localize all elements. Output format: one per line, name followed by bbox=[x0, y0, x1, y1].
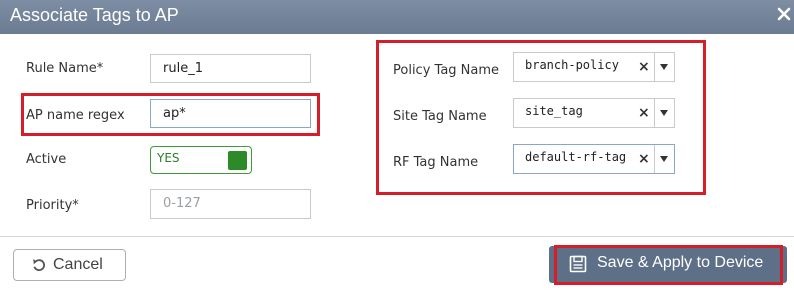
active-label: Active bbox=[26, 152, 67, 167]
cancel-button[interactable]: Cancel bbox=[13, 249, 126, 281]
active-toggle[interactable]: YES bbox=[150, 146, 252, 174]
priority-input[interactable]: 0-127 bbox=[150, 189, 311, 219]
highlight-ap-regex bbox=[21, 93, 320, 136]
chevron-down-icon[interactable] bbox=[660, 64, 668, 70]
priority-label: Priority* bbox=[26, 198, 79, 213]
site-tag-value: site_tag bbox=[525, 104, 583, 118]
policy-tag-select[interactable]: branch-policy × bbox=[513, 52, 675, 82]
associate-tags-dialog: Associate Tags to AP Rule Name* rule_1 A… bbox=[0, 0, 794, 291]
cancel-label: Cancel bbox=[53, 256, 103, 273]
clear-icon[interactable]: × bbox=[638, 59, 650, 75]
rf-tag-label: RF Tag Name bbox=[393, 155, 479, 170]
active-toggle-text: YES bbox=[157, 151, 180, 165]
undo-icon bbox=[33, 259, 45, 271]
policy-tag-label: Policy Tag Name bbox=[393, 63, 500, 78]
rule-name-input[interactable]: rule_1 bbox=[150, 54, 311, 83]
rule-name-label: Rule Name* bbox=[26, 61, 104, 76]
select-divider bbox=[654, 53, 655, 81]
policy-tag-value: branch-policy bbox=[525, 58, 619, 72]
chevron-down-icon[interactable] bbox=[660, 156, 668, 162]
clear-icon[interactable]: × bbox=[638, 151, 650, 167]
site-tag-select[interactable]: site_tag × bbox=[513, 98, 675, 128]
dialog-header: Associate Tags to AP bbox=[0, 0, 794, 34]
rf-tag-select[interactable]: default-rf-tag × bbox=[513, 144, 675, 174]
select-divider bbox=[654, 99, 655, 127]
toggle-knob bbox=[228, 151, 247, 170]
rf-tag-value: default-rf-tag bbox=[525, 150, 627, 164]
chevron-down-icon[interactable] bbox=[660, 110, 668, 116]
site-tag-label: Site Tag Name bbox=[393, 109, 487, 124]
dialog-title: Associate Tags to AP bbox=[10, 5, 179, 25]
close-icon[interactable] bbox=[777, 7, 791, 21]
clear-icon[interactable]: × bbox=[638, 105, 650, 121]
select-divider bbox=[654, 145, 655, 173]
footer-divider bbox=[0, 236, 794, 237]
highlight-save-button bbox=[554, 245, 783, 285]
